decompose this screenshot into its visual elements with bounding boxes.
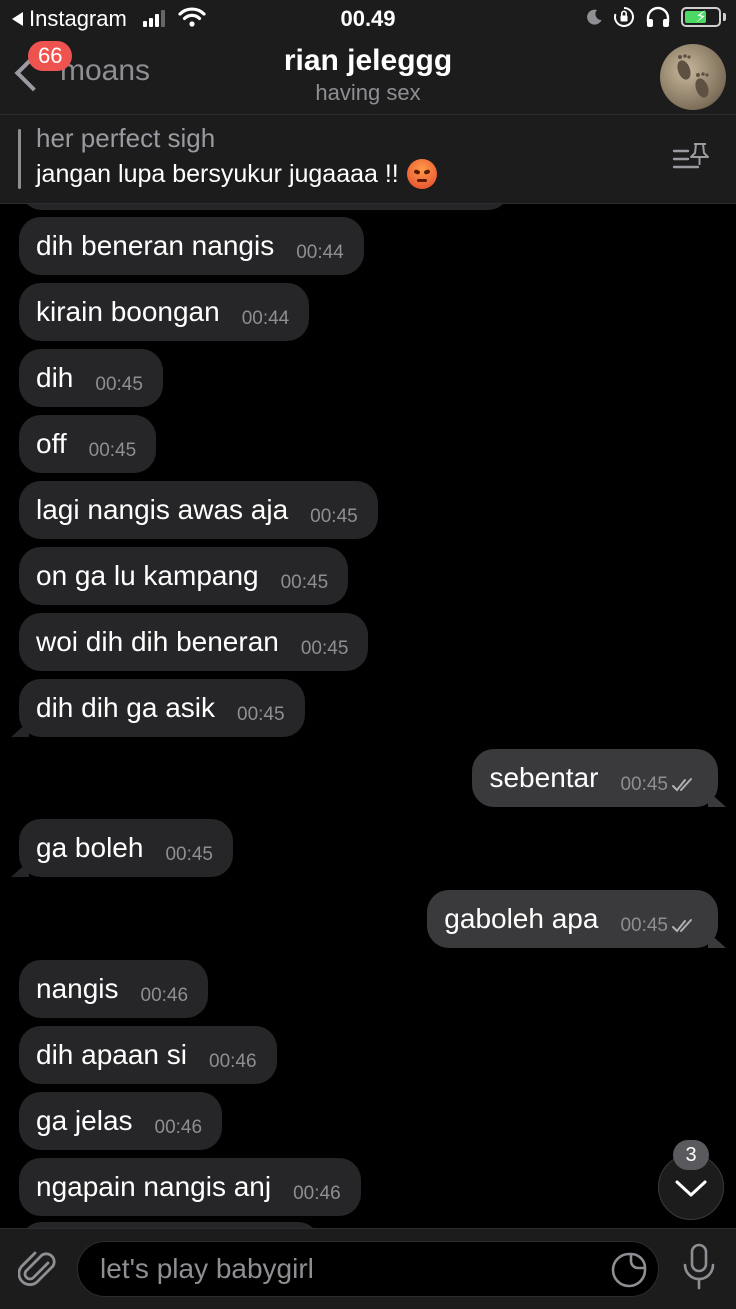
message-text: off — [36, 428, 67, 459]
message-text: dih dih ga asik — [36, 692, 216, 723]
pinned-list-icon[interactable] — [672, 141, 710, 175]
message-text: ga boleh — [36, 832, 144, 863]
message-time-row: 00:45 — [620, 774, 698, 796]
message-bubble-incoming[interactable]: kirain boongan 00:44 — [19, 283, 310, 341]
message-text: sebentar — [489, 762, 599, 793]
chat-header: moans 66 rian jeleggg having sex — [0, 38, 736, 115]
message-bubble-outgoing[interactable]: sebentar 00:45 — [472, 749, 726, 807]
pinned-indicator-line — [18, 129, 21, 189]
message-time: 00:45 — [300, 638, 349, 659]
battery-nub — [723, 13, 726, 21]
message-time: 00:46 — [209, 1051, 257, 1072]
message-time: 00:46 — [293, 1183, 341, 1204]
message-list[interactable]: dih beneran nangis 00:44 kirain boongan … — [0, 204, 736, 1228]
message-time: 00:45 — [310, 506, 358, 527]
message-bubble-incoming[interactable]: nangis 00:46 — [19, 960, 209, 1018]
avatar[interactable] — [660, 44, 726, 110]
message-text: ga jelas — [36, 1105, 133, 1136]
message-bubble-incoming[interactable]: dih beneran nangis 00:44 — [19, 217, 364, 275]
message-text: dih — [36, 362, 74, 393]
footprints-photo — [677, 54, 709, 98]
double-check-read-icon — [672, 778, 692, 792]
message-bubble-incoming[interactable]: woi dih dih beneran 00:45 — [19, 613, 369, 671]
headphones-icon — [646, 6, 670, 27]
message-time: 00:45 — [237, 704, 285, 725]
message-time-row: 00:45 — [620, 915, 698, 937]
bubble-tail — [11, 861, 29, 877]
message-bubble-incoming[interactable]: ga jelas 00:46 — [19, 1092, 223, 1150]
bubble-tail — [708, 791, 726, 807]
message-input-field[interactable] — [77, 1241, 659, 1297]
message-text: woi dih dih beneran — [36, 626, 279, 657]
message-bubble-incoming[interactable]: dih dih ga asik 00:45 — [11, 679, 305, 737]
bubble-tail — [708, 932, 726, 948]
double-check-read-icon — [672, 919, 692, 933]
message-bubble-incoming[interactable]: dih apaan si 00:46 — [19, 1026, 277, 1084]
orientation-lock-icon — [614, 7, 634, 27]
partial-message-bubble — [20, 204, 510, 210]
message-text: dih apaan si — [36, 1039, 188, 1070]
chat-subtitle: having sex — [315, 80, 421, 105]
moon-icon — [587, 9, 602, 25]
message-bubble-incoming[interactable]: ga boleh 00:45 — [11, 819, 233, 877]
microphone-icon[interactable] — [682, 1243, 716, 1291]
composer-bar — [0, 1228, 736, 1309]
pinned-title: her perfect sigh — [36, 123, 216, 153]
message-text: kirain boongan — [36, 296, 220, 327]
message-bubble-incoming[interactable]: off 00:45 — [19, 415, 157, 473]
message-time: 00:45 — [88, 440, 137, 461]
pinned-text-row: jangan lupa bersyukur jugaaaa !! — [36, 159, 437, 189]
message-time: 00:46 — [140, 985, 189, 1006]
angry-face-emoji-icon — [406, 159, 437, 189]
battery-icon: ⚡ — [681, 7, 721, 27]
message-text: gaboleh apa — [444, 903, 599, 934]
message-bubble-incoming[interactable]: dih 00:45 — [19, 349, 163, 407]
pinned-text: jangan lupa bersyukur jugaaaa !! — [36, 159, 399, 188]
sticker-icon[interactable] — [610, 1251, 648, 1289]
chat-title[interactable]: rian jeleggg — [0, 44, 736, 78]
message-text: ngapain nangis anj — [36, 1171, 272, 1202]
status-right-icons: ⚡ — [585, 6, 726, 28]
message-time: 00:44 — [296, 242, 344, 263]
message-time: 00:46 — [154, 1117, 203, 1138]
message-input[interactable] — [98, 1252, 582, 1286]
message-time: 00:45 — [95, 374, 143, 395]
pinned-message-bar[interactable]: her perfect sigh jangan lupa bersyukur j… — [0, 115, 736, 204]
message-time: 00:45 — [620, 774, 668, 795]
message-text: dih beneran nangis — [36, 230, 275, 261]
message-text: on ga lu kampang — [36, 560, 259, 591]
message-time: 00:44 — [241, 308, 290, 329]
message-time: 00:45 — [280, 572, 329, 593]
message-bubble-incoming[interactable]: on ga lu kampang 00:45 — [19, 547, 349, 605]
bubble-tail — [11, 721, 29, 737]
message-text: lagi nangis awas aja — [36, 494, 289, 525]
message-bubble-outgoing[interactable]: gaboleh apa 00:45 — [427, 890, 726, 948]
message-time: 00:45 — [165, 844, 213, 865]
paperclip-icon[interactable] — [18, 1247, 58, 1291]
status-bar: Instagram 00.49 ⚡ — [0, 0, 736, 38]
message-bubble-incoming[interactable]: ngapain nangis anj 00:46 — [19, 1158, 361, 1216]
message-text: nangis — [36, 973, 119, 1004]
message-bubble-incoming[interactable]: lagi nangis awas aja 00:45 — [19, 481, 378, 539]
new-messages-count-badge: 3 — [673, 1140, 709, 1170]
message-time: 00:45 — [620, 915, 668, 936]
